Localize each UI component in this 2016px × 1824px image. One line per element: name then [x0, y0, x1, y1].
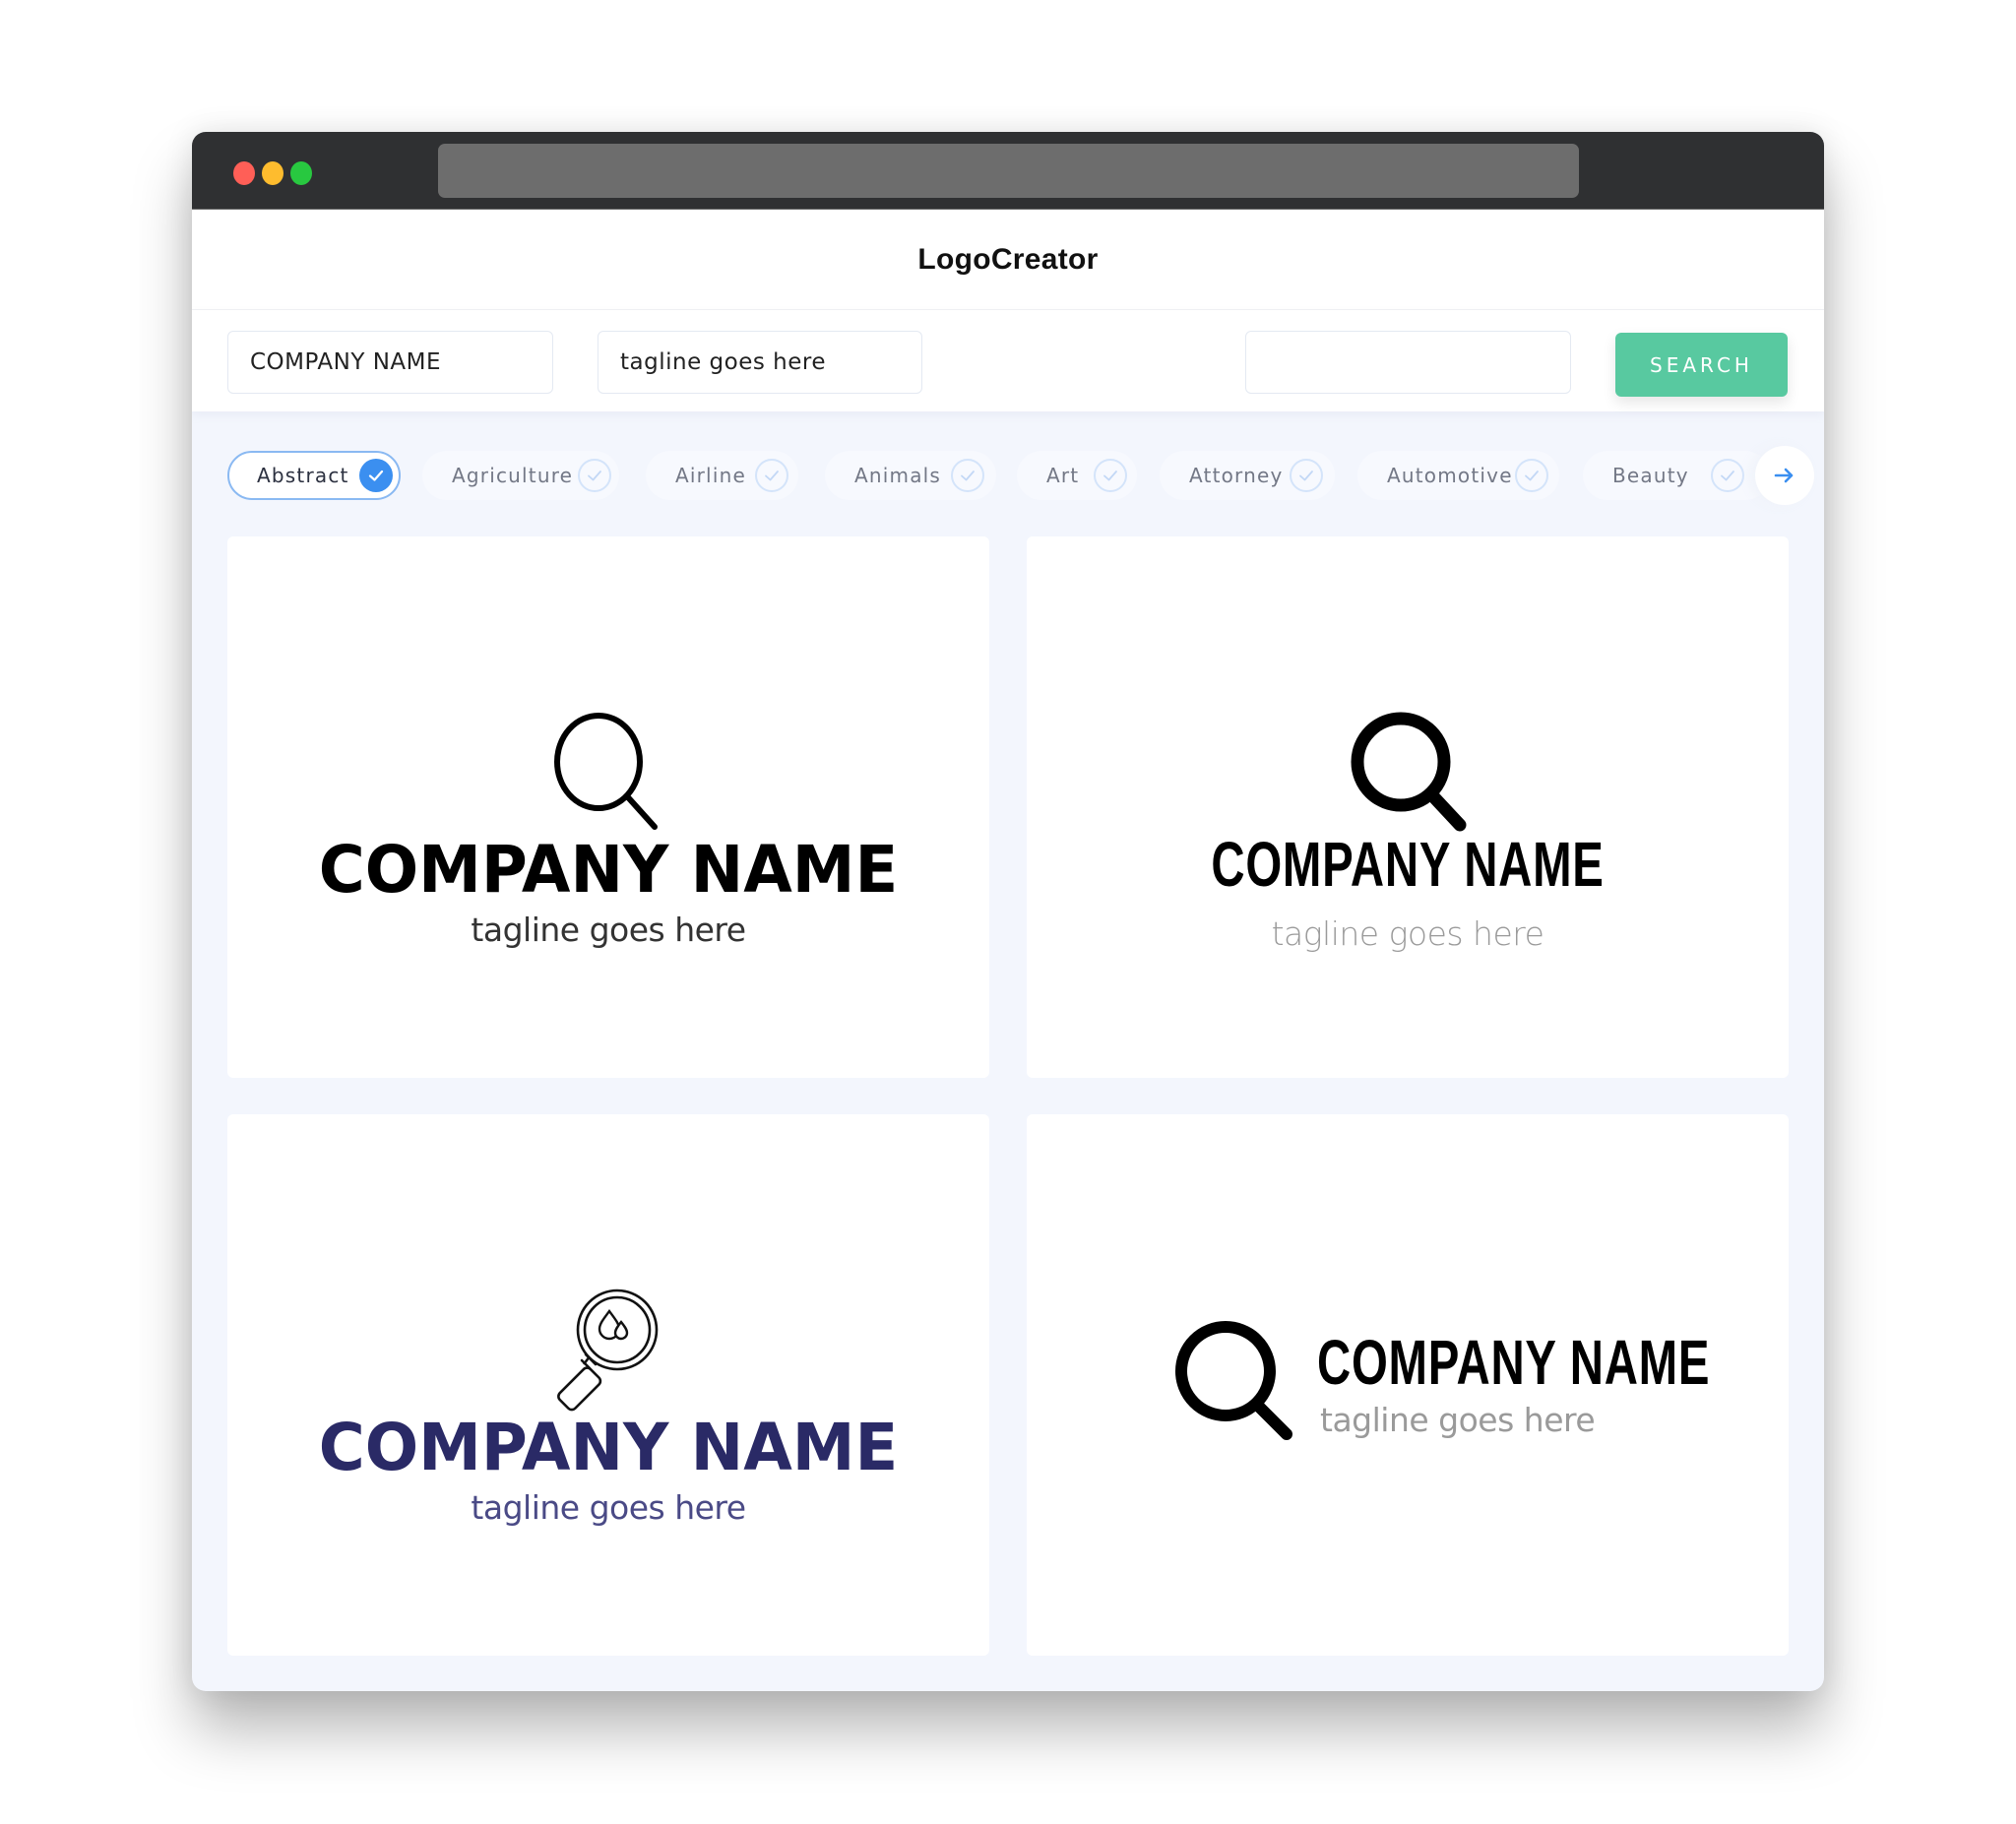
check-icon — [359, 459, 393, 492]
company-name-input[interactable] — [227, 331, 553, 394]
magnifier-thin-icon — [554, 713, 658, 830]
category-label: Agriculture — [452, 464, 574, 487]
category-label: Attorney — [1189, 464, 1284, 487]
tagline-text: tagline goes here — [1320, 1401, 1596, 1439]
magnifier-drops-icon — [557, 1289, 659, 1412]
category-chip-attorney[interactable]: Attorney — [1160, 451, 1335, 500]
category-label: Airline — [675, 464, 746, 487]
search-bar: SEARCH — [192, 310, 1824, 411]
category-chip-automotive[interactable]: Automotive — [1357, 451, 1559, 500]
category-chip-abstract[interactable]: Abstract — [227, 451, 401, 500]
category-label: Abstract — [257, 464, 349, 487]
category-label: Automotive — [1387, 464, 1513, 487]
keyword-input[interactable] — [1245, 331, 1571, 394]
close-window-button[interactable] — [233, 161, 255, 185]
browser-window: LogoCreator SEARCH Abstract Agriculture … — [192, 132, 1824, 1691]
check-icon — [1515, 459, 1548, 492]
logo-card[interactable]: COMPANY NAME tagline goes here — [227, 1114, 989, 1656]
magnifier-bold-icon — [1351, 712, 1467, 832]
minimize-window-button[interactable] — [262, 161, 284, 185]
check-icon — [578, 459, 611, 492]
company-name-text: COMPANY NAME — [1211, 829, 1605, 900]
check-icon — [1711, 459, 1744, 492]
browser-titlebar — [192, 132, 1824, 210]
maximize-window-button[interactable] — [290, 161, 312, 185]
category-label: Beauty — [1612, 464, 1689, 487]
magnifier-bold-icon — [1175, 1321, 1292, 1440]
arrow-right-icon — [1774, 468, 1794, 483]
tagline-input[interactable] — [598, 331, 922, 394]
tagline-text: tagline goes here — [1271, 914, 1544, 953]
logo-card[interactable]: COMPANY NAME tagline goes here — [1027, 536, 1789, 1078]
category-label: Animals — [854, 464, 942, 487]
tagline-text: tagline goes here — [471, 1488, 746, 1527]
tagline-text: tagline goes here — [471, 911, 746, 949]
company-name-text: COMPANY NAME — [1317, 1327, 1711, 1398]
category-chip-beauty[interactable]: Beauty — [1583, 451, 1770, 500]
check-icon — [951, 459, 984, 492]
company-name-text: COMPANY NAME — [318, 1410, 899, 1485]
address-bar[interactable] — [438, 144, 1579, 198]
category-filter-bar: Abstract Agriculture Airline Animals Art — [227, 446, 1814, 505]
category-chip-airline[interactable]: Airline — [646, 451, 798, 500]
app-header: LogoCreator — [192, 210, 1824, 310]
category-chip-animals[interactable]: Animals — [825, 451, 996, 500]
logo-card[interactable]: COMPANY NAME tagline goes here — [1027, 1114, 1789, 1656]
category-chip-agriculture[interactable]: Agriculture — [422, 451, 619, 500]
check-icon — [1094, 459, 1127, 492]
company-name-text: COMPANY NAME — [318, 832, 899, 908]
check-icon — [1290, 459, 1323, 492]
check-icon — [755, 459, 788, 492]
category-label: Art — [1046, 464, 1080, 487]
logo-card[interactable]: COMPANY NAME tagline goes here — [227, 536, 989, 1078]
next-categories-button[interactable] — [1755, 446, 1814, 505]
app-title: LogoCreator — [917, 242, 1099, 276]
category-chip-art[interactable]: Art — [1017, 451, 1137, 500]
search-button[interactable]: SEARCH — [1615, 333, 1788, 397]
